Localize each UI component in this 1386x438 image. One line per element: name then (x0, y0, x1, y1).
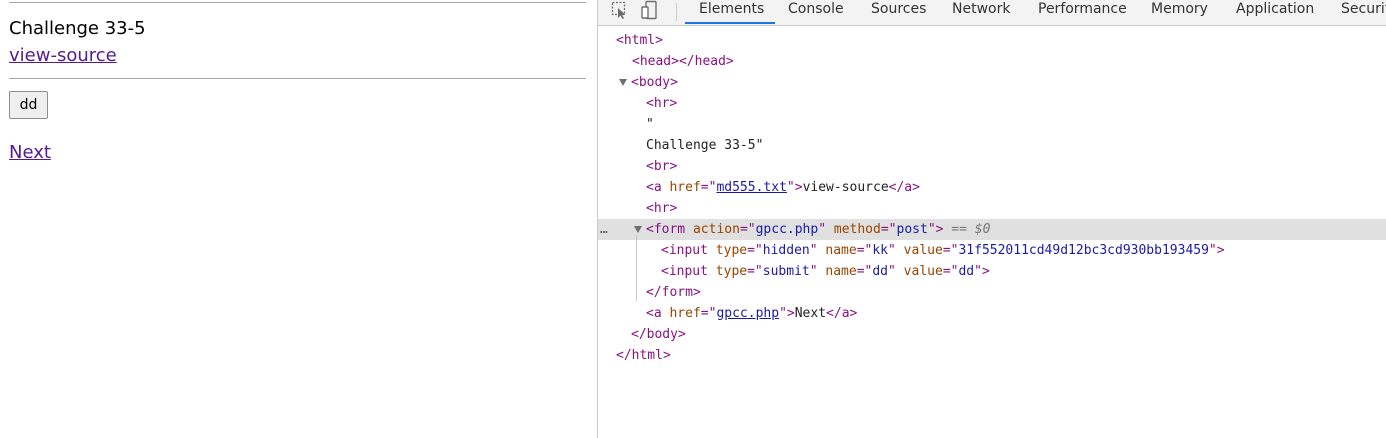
dom-node-body[interactable]: <body> (598, 72, 1386, 93)
dom-node-a-next[interactable]: <a href="gpcc.php">Next</a> (598, 303, 1386, 324)
tab-security[interactable]: Securit (1341, 0, 1386, 18)
dom-node-a-view-source[interactable]: <a href="md555.txt">view-source</a> (598, 177, 1386, 198)
dom-node-input-submit[interactable]: <input type="submit" name="dd" value="dd… (598, 261, 1386, 282)
dom-node-hr[interactable]: <hr> (598, 198, 1386, 219)
horizontal-rule (9, 2, 586, 3)
dom-node-br[interactable]: <br> (598, 156, 1386, 177)
dom-node-form-selected[interactable]: … <form action="gpcc.php" method="post"> … (598, 219, 1386, 240)
dom-node-form-close[interactable]: </form> (598, 282, 1386, 303)
devtools-panel: Elements Console Sources Network Perform… (597, 0, 1386, 438)
expand-triangle-icon[interactable] (619, 79, 627, 86)
inspect-element-icon[interactable] (610, 0, 630, 20)
dom-text-node[interactable]: " (598, 114, 1386, 135)
challenge-title: Challenge 33-5 (9, 18, 146, 39)
dom-node-body-close[interactable]: </body> (598, 324, 1386, 345)
indent-guide (636, 235, 637, 301)
horizontal-rule (9, 78, 586, 79)
dom-node-html-close[interactable]: </html> (598, 345, 1386, 366)
device-toggle-icon[interactable] (640, 0, 660, 20)
dom-node-head[interactable]: <head></head> (598, 51, 1386, 72)
dom-node-html[interactable]: <html> (598, 30, 1386, 51)
tab-elements[interactable]: Elements (699, 0, 764, 18)
tab-network[interactable]: Network (952, 0, 1010, 18)
href-link[interactable]: md555.txt (716, 180, 786, 195)
dom-node-input-hidden[interactable]: <input type="hidden" name="kk" value="31… (598, 240, 1386, 261)
toolbar-separator (676, 3, 677, 21)
tab-memory[interactable]: Memory (1151, 0, 1208, 18)
view-source-link[interactable]: view-source (9, 45, 117, 66)
href-link[interactable]: gpcc.php (716, 306, 779, 321)
dom-node-hr[interactable]: <hr> (598, 93, 1386, 114)
active-tab-indicator (685, 22, 775, 24)
expand-triangle-icon[interactable] (634, 226, 642, 233)
tab-console[interactable]: Console (788, 0, 844, 18)
page-viewport: Challenge 33-5 view-source dd Next (0, 0, 597, 438)
tab-performance[interactable]: Performance (1038, 0, 1127, 18)
next-link[interactable]: Next (9, 142, 51, 163)
tab-application[interactable]: Application (1236, 0, 1314, 18)
more-options-icon[interactable]: … (600, 219, 608, 240)
tab-sources[interactable]: Sources (871, 0, 926, 18)
dom-text-node[interactable]: Challenge 33-5" (598, 135, 1386, 156)
devtools-toolbar: Elements Console Sources Network Perform… (598, 0, 1386, 26)
dd-submit-button[interactable]: dd (9, 91, 48, 119)
